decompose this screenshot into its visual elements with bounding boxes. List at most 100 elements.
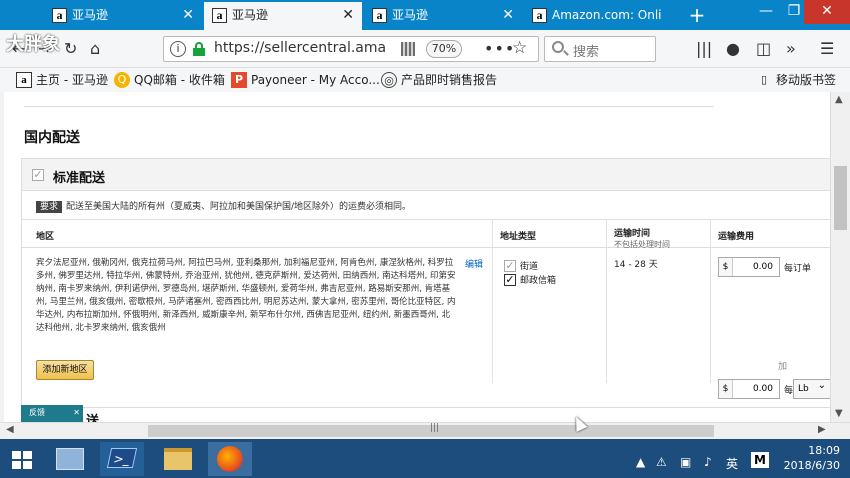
tab-label: 亚马逊 [72, 8, 109, 22]
tab-4[interactable]: a Amazon.com: Onli [524, 2, 682, 30]
bookmark-label: QQ邮箱 - 收件箱 [134, 73, 225, 87]
search-input[interactable]: 搜索 [544, 36, 656, 62]
page-content: 国内配送 ✓ 标准配送 要求 配送至美国大陆的所有州（夏威夷、阿拉加和美国保护国/… [4, 92, 833, 422]
vertical-scrollbar[interactable]: ▲ ▼ [830, 92, 850, 422]
fee-per-unit-input[interactable]: $ 0.00 [718, 379, 780, 399]
column-transit-sub: 不包括处理时间 [614, 240, 670, 249]
tab-1[interactable]: a 亚马逊 ✕ [44, 2, 202, 30]
tab-bar: a 亚马逊 ✕ a 亚马逊 ✕ a 亚马逊 ✕ a Amazon.com: On… [0, 0, 850, 30]
bookmark-payoneer[interactable]: P Payoneer - My Acco... [231, 71, 380, 89]
new-tab-button[interactable]: + [683, 2, 711, 28]
standard-shipping-checkbox[interactable]: ✓ [32, 169, 44, 181]
fee-value[interactable]: 0.00 [753, 384, 773, 394]
scroll-down-icon[interactable]: ▼ [835, 408, 843, 419]
address-bar[interactable]: i https://sellercentral.ama 70% ••• ☆ [163, 36, 539, 62]
zoom-level[interactable]: 70% [426, 40, 462, 58]
scroll-left-icon[interactable]: ◀ [6, 424, 14, 435]
mobile-bookmarks[interactable]: ▯ 移动版书签 [756, 71, 836, 89]
page-actions-icon[interactable]: ••• [484, 39, 515, 58]
column-fee: 运输费用 [718, 232, 755, 242]
volume-icon[interactable]: ♪ [704, 455, 712, 469]
column-transit: 运输时间 不包括处理时间 [614, 226, 670, 250]
ime-mode-icon[interactable]: M [751, 452, 769, 468]
edit-region-link[interactable]: 编辑 [465, 257, 483, 270]
overflow-icon[interactable]: » [786, 39, 796, 58]
phone-icon: ▯ [760, 73, 768, 86]
bookmark-sales-report[interactable]: ◎ 产品即时销售报告 [381, 71, 497, 89]
close-icon[interactable]: ✕ [182, 2, 194, 28]
fee-per-order-label: 每订单 [784, 264, 812, 274]
reload-icon[interactable]: ↻ [64, 39, 77, 58]
close-icon[interactable]: ✕ [73, 405, 80, 421]
po-box-checkbox[interactable]: ✓ [504, 273, 516, 286]
menu-icon[interactable]: ☰ [820, 39, 834, 58]
library-icon[interactable]: ||| [696, 39, 712, 58]
bookmark-amazon-home[interactable]: a 主页 - 亚马逊 [16, 71, 108, 89]
tab-2[interactable]: a 亚马逊 ✕ [204, 2, 362, 30]
column-divider [606, 219, 607, 383]
amazon-icon: a [212, 8, 227, 23]
system-clock[interactable]: 18:09 2018/6/30 [784, 443, 840, 473]
column-divider [492, 219, 493, 383]
fee-per-order-input[interactable]: $ 0.00 [718, 257, 780, 277]
requirement-text: 配送至美国大陆的所有州（夏威夷、阿拉加和美国保护国/地区除外）的运费必须相同。 [66, 202, 412, 212]
qr-code-icon[interactable] [401, 42, 415, 56]
feedback-tab[interactable]: 反馈 ✕ [21, 405, 83, 422]
scroll-thumb[interactable] [834, 166, 847, 230]
minimize-button[interactable]: — [752, 0, 780, 24]
horizontal-scrollbar[interactable]: ◀ ▶ [0, 422, 850, 439]
home-icon[interactable]: ⌂ [90, 39, 100, 58]
bookmark-star-icon[interactable]: ☆ [512, 38, 527, 58]
tab-label: 亚马逊 [232, 8, 269, 22]
requirement-badge: 要求 [36, 201, 63, 213]
card-header: ✓ 标准配送 [22, 159, 832, 191]
street-label: 街道 [520, 262, 539, 272]
tab-3[interactable]: a 亚马逊 ✕ [364, 2, 522, 30]
url-text[interactable]: https://sellercentral.ama [214, 40, 394, 56]
chat-icon[interactable]: ● [726, 39, 740, 58]
column-divider [710, 219, 711, 383]
close-window-button[interactable]: ✕ [804, 0, 850, 24]
powershell-icon: >_ [106, 448, 138, 468]
close-icon[interactable]: ✕ [502, 2, 514, 28]
bookmark-label: 产品即时销售报告 [401, 73, 498, 87]
address-type-street[interactable]: ✓ 街道 [504, 259, 538, 273]
display-icon[interactable]: ▣ [680, 455, 691, 469]
mobile-bookmarks-label: 移动版书签 [775, 73, 836, 87]
requirement-note: 要求 配送至美国大陆的所有州（夏威夷、阿拉加和美国保护国/地区除外）的运费必须相同… [36, 199, 412, 213]
lock-icon [193, 42, 205, 56]
server-manager-button[interactable] [48, 442, 92, 476]
column-region: 地区 [36, 232, 55, 242]
bookmark-qq-mail[interactable]: Q QQ邮箱 - 收件箱 [114, 71, 225, 89]
amazon-icon: a [532, 8, 547, 23]
address-type-po-box[interactable]: ✓ 邮政信箱 [504, 273, 556, 287]
search-icon [552, 41, 564, 53]
scroll-thumb[interactable] [148, 423, 714, 437]
network-icon[interactable]: ⚠ [656, 455, 667, 469]
scroll-right-icon[interactable]: ▶ [818, 424, 826, 435]
ime-language[interactable]: 英 [726, 455, 738, 472]
po-box-label: 邮政信箱 [520, 276, 557, 286]
card-title: 标准配送 [53, 171, 106, 186]
firefox-button[interactable] [208, 442, 252, 476]
amazon-icon: a [16, 72, 32, 88]
add-region-button[interactable]: 添加新地区 [36, 360, 94, 380]
feedback-label: 反馈 [29, 408, 45, 417]
powershell-button[interactable]: >_ [100, 442, 144, 476]
scroll-up-icon[interactable]: ▲ [835, 94, 843, 105]
standard-shipping-card: ✓ 标准配送 要求 配送至美国大陆的所有州（夏威夷、阿拉加和美国保护国/地区除外）… [21, 158, 833, 408]
column-transit-label: 运输时间 [614, 229, 651, 239]
close-icon[interactable]: ✕ [342, 2, 354, 28]
info-icon[interactable]: i [170, 41, 186, 57]
street-checkbox[interactable]: ✓ [504, 259, 516, 272]
firefox-icon [217, 446, 243, 472]
fee-per-unit-label: 每 [784, 386, 794, 396]
fee-value[interactable]: 0.00 [753, 262, 773, 272]
currency-symbol: $ [719, 380, 733, 398]
file-explorer-button[interactable] [156, 442, 200, 476]
tray-chevron-icon[interactable]: ▲ [636, 455, 645, 469]
start-button[interactable] [0, 442, 44, 476]
weight-unit-select[interactable]: Lb [793, 377, 831, 399]
sidebar-icon[interactable]: ◫ [756, 39, 771, 58]
watermark-logo: 大胖象 [6, 34, 60, 55]
